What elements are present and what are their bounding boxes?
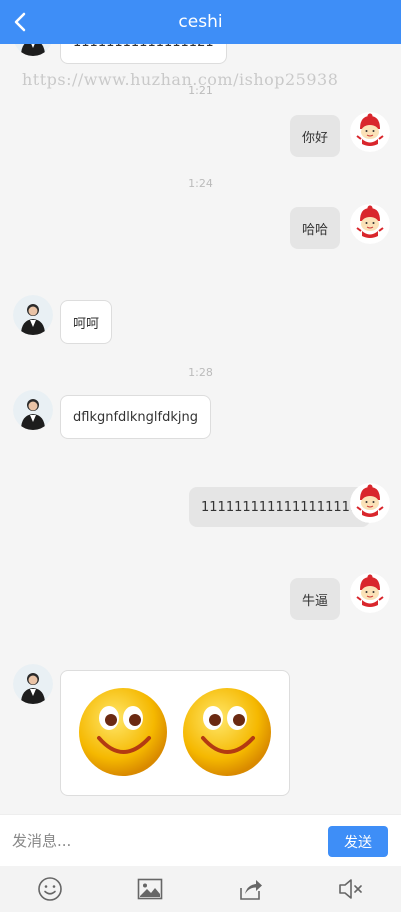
image-button[interactable] <box>100 866 200 912</box>
back-button[interactable] <box>8 9 34 35</box>
message-input[interactable] <box>12 827 312 855</box>
timestamp: 1:24 <box>188 177 213 190</box>
chevron-left-icon <box>14 12 26 32</box>
avatar-self[interactable] <box>350 112 390 152</box>
send-button[interactable]: 发送 <box>328 826 388 857</box>
avatar-self[interactable] <box>350 204 390 244</box>
smiley-emoji-icon <box>79 688 167 776</box>
avatar-other[interactable] <box>13 295 53 335</box>
smiley-emoji-icon <box>183 688 271 776</box>
share-button[interactable] <box>201 866 301 912</box>
message-bubble-other: dflkgnfdlknglfdkjng <box>60 395 211 439</box>
page-title: ceshi <box>178 12 223 32</box>
message-bubble-other: 呵呵 <box>60 300 113 344</box>
message-bubble-self: 1111111111111111111 <box>189 487 371 527</box>
mute-button[interactable] <box>301 866 401 912</box>
message-input-bar: 发送 <box>0 814 401 866</box>
message-text: 哈哈 <box>302 222 329 238</box>
message-text: 呵呵 <box>73 316 100 332</box>
message-text: 牛逼 <box>302 593 329 609</box>
avatar-other[interactable] <box>13 664 53 704</box>
message-bubble-self: 哈哈 <box>290 207 341 249</box>
bottom-toolbar <box>0 866 401 912</box>
message-bubble-self: 你好 <box>290 115 341 157</box>
emoji-message <box>60 670 290 796</box>
timestamp: 1:28 <box>188 366 213 379</box>
message-text: dflkgnfdlknglfdkjng <box>73 409 198 425</box>
message-bubble-self: 牛逼 <box>290 578 341 620</box>
image-icon <box>138 878 163 900</box>
chat-area[interactable]: 11111111111111121 https://www.huzhan.com… <box>0 0 401 814</box>
speaker-mute-icon <box>339 879 362 899</box>
message-text: 1111111111111111111 <box>201 499 359 515</box>
avatar-other[interactable] <box>13 390 53 430</box>
avatar-self[interactable] <box>350 483 390 523</box>
share-icon <box>239 880 262 900</box>
header-bar: ceshi <box>0 0 401 44</box>
avatar-self[interactable] <box>350 573 390 613</box>
message-text: 你好 <box>302 130 329 146</box>
smile-icon <box>38 877 62 901</box>
watermark: https://www.huzhan.com/ishop25938 <box>22 70 339 89</box>
emoji-button[interactable] <box>0 866 100 912</box>
